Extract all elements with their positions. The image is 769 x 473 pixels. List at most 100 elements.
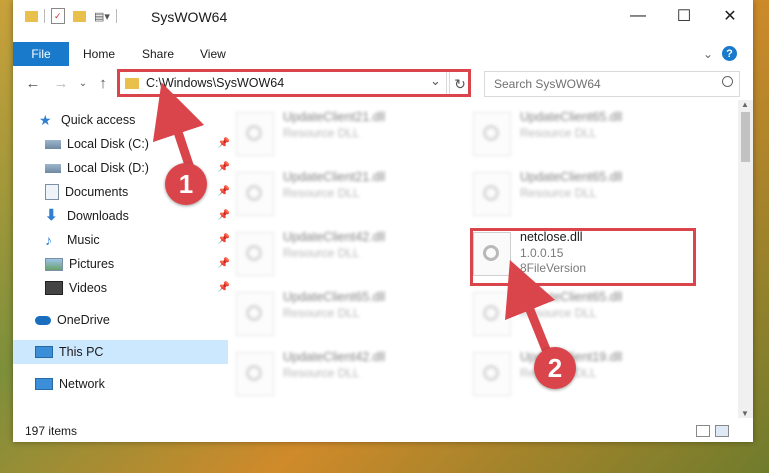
file-name: UpdateClient21.dll: [283, 170, 386, 184]
dll-file-icon: [236, 112, 274, 156]
tab-view[interactable]: View: [200, 42, 226, 66]
details-view-icon[interactable]: [696, 425, 710, 437]
pc-icon: [35, 346, 53, 358]
divider: [44, 9, 45, 23]
file-item[interactable]: UpdateClient65.dll Resource DLL: [465, 166, 695, 218]
forward-button[interactable]: →: [51, 72, 71, 94]
back-button[interactable]: ←: [23, 72, 43, 94]
file-item[interactable]: UpdateClient21.dll Resource DLL: [228, 106, 458, 158]
properties-icon[interactable]: ✓: [51, 8, 65, 24]
sidebar-item-label: Downloads: [67, 209, 129, 223]
file-name: UpdateClient65.dll: [520, 110, 623, 124]
vertical-scrollbar[interactable]: ▲ ▼: [738, 100, 753, 418]
sidebar-item-onedrive[interactable]: OneDrive: [13, 308, 228, 332]
tab-share[interactable]: Share: [142, 42, 174, 66]
file-type: Resource DLL: [520, 186, 597, 200]
cloud-icon: [35, 315, 51, 325]
dll-file-icon: [473, 112, 511, 156]
file-type: Resource DLL: [520, 306, 597, 320]
ribbon: File Home Share View ⌄ ?: [13, 42, 753, 66]
file-type: Resource DLL: [283, 126, 360, 140]
file-name: UpdateClient21.dll: [283, 110, 386, 124]
file-item[interactable]: UpdateClient21.dll Resource DLL: [228, 166, 458, 218]
file-item[interactable]: UpdateClient65.dll Resource DLL: [465, 106, 695, 158]
search-placeholder: Search SysWOW64: [494, 77, 601, 91]
sidebar-item-label: This PC: [59, 345, 104, 359]
file-item[interactable]: UpdateClient19.dll Resource DLL: [465, 346, 695, 398]
file-type: Resource DLL: [283, 186, 360, 200]
sidebar-item-downloads[interactable]: ⬇ Downloads 📌: [13, 204, 238, 228]
customize-icon[interactable]: ▤▾: [94, 10, 110, 23]
help-icon[interactable]: ?: [722, 46, 737, 61]
documents-icon: [45, 184, 59, 200]
file-name: UpdateClient65.dll: [283, 290, 386, 304]
file-type: Resource DLL: [283, 306, 360, 320]
file-name: UpdateClient42.dll: [283, 230, 386, 244]
explorer-window: ✓ ▤▾ SysWOW64 — ☐ ✕ File Home Share View…: [13, 0, 753, 442]
maximize-button[interactable]: ☐: [661, 0, 707, 32]
sidebar-item-label: Pictures: [69, 257, 115, 271]
sidebar-item-network[interactable]: Network: [13, 372, 228, 396]
file-highlight: [470, 228, 696, 286]
quick-access-toolbar: ✓ ▤▾: [25, 8, 123, 24]
sidebar-item-label: OneDrive: [57, 313, 110, 327]
new-folder-icon[interactable]: [73, 10, 86, 22]
sidebar-item-label: Local Disk (C:): [67, 137, 149, 151]
sidebar-item-label: Local Disk (D:): [67, 161, 149, 175]
file-name: UpdateClient65.dll: [520, 290, 623, 304]
dll-file-icon: [473, 172, 511, 216]
sidebar-item-music[interactable]: ♪ Music 📌: [13, 228, 238, 252]
recent-locations-icon[interactable]: ⌄: [73, 72, 93, 94]
file-type: Resource DLL: [520, 126, 597, 140]
dll-file-icon: [473, 292, 511, 336]
dll-file-icon: [236, 232, 274, 276]
sidebar-item-label: Music: [67, 233, 100, 247]
sidebar-item-label: Videos: [69, 281, 107, 295]
scroll-down-icon[interactable]: ▼: [741, 409, 749, 418]
close-button[interactable]: ✕: [707, 0, 753, 32]
dll-file-icon: [236, 172, 274, 216]
dll-file-icon: [236, 352, 274, 396]
file-item[interactable]: UpdateClient65.dll Resource DLL: [228, 286, 458, 338]
dll-file-icon: [473, 352, 511, 396]
file-item[interactable]: UpdateClient65.dll Resource DLL: [465, 286, 695, 338]
callout-2: 2: [534, 347, 576, 389]
tab-file[interactable]: File: [13, 42, 69, 66]
drive-icon: [45, 163, 61, 173]
large-icons-view-icon[interactable]: [715, 425, 729, 437]
search-input[interactable]: Search SysWOW64: [484, 71, 740, 97]
sidebar-item-label: Documents: [65, 185, 129, 199]
file-type: Resource DLL: [283, 246, 360, 260]
file-item[interactable]: UpdateClient42.dll Resource DLL: [228, 346, 458, 398]
status-bar: 197 items: [13, 420, 753, 442]
sidebar-item-videos[interactable]: Videos 📌: [13, 276, 238, 300]
sidebar-item-local-disk-c[interactable]: Local Disk (C:) 📌: [13, 132, 238, 156]
sidebar-item-quick-access[interactable]: ★ Quick access: [13, 108, 232, 132]
navigation-pane: ★ Quick access Local Disk (C:) 📌 Local D…: [13, 100, 230, 418]
sidebar-item-pictures[interactable]: Pictures 📌: [13, 252, 238, 276]
sidebar-item-label: Network: [59, 377, 105, 391]
pictures-icon: [45, 257, 63, 271]
star-icon: ★: [39, 112, 52, 128]
up-button[interactable]: ↑: [93, 72, 113, 94]
file-name: UpdateClient65.dll: [520, 170, 623, 184]
folder-icon[interactable]: [25, 10, 38, 22]
minimize-button[interactable]: —: [615, 0, 661, 32]
item-count: 197 items: [25, 424, 78, 438]
tab-home[interactable]: Home: [83, 42, 115, 66]
callout-1: 1: [165, 163, 207, 205]
download-icon: ⬇: [45, 207, 58, 224]
divider: [115, 9, 117, 23]
ribbon-expand-icon[interactable]: ⌄: [703, 42, 713, 66]
drive-icon: [45, 139, 61, 149]
scroll-up-icon[interactable]: ▲: [741, 100, 749, 109]
scrollbar-thumb[interactable]: [741, 112, 750, 162]
file-item[interactable]: UpdateClient42.dll Resource DLL: [228, 226, 458, 278]
address-highlight: [117, 69, 471, 97]
sidebar-item-label: Quick access: [61, 113, 136, 127]
video-icon: [45, 281, 63, 295]
sidebar-item-this-pc[interactable]: This PC: [13, 340, 228, 364]
window-title: SysWOW64: [151, 9, 228, 25]
title-bar: ✓ ▤▾ SysWOW64 — ☐ ✕: [13, 0, 753, 32]
search-icon: [722, 76, 733, 87]
